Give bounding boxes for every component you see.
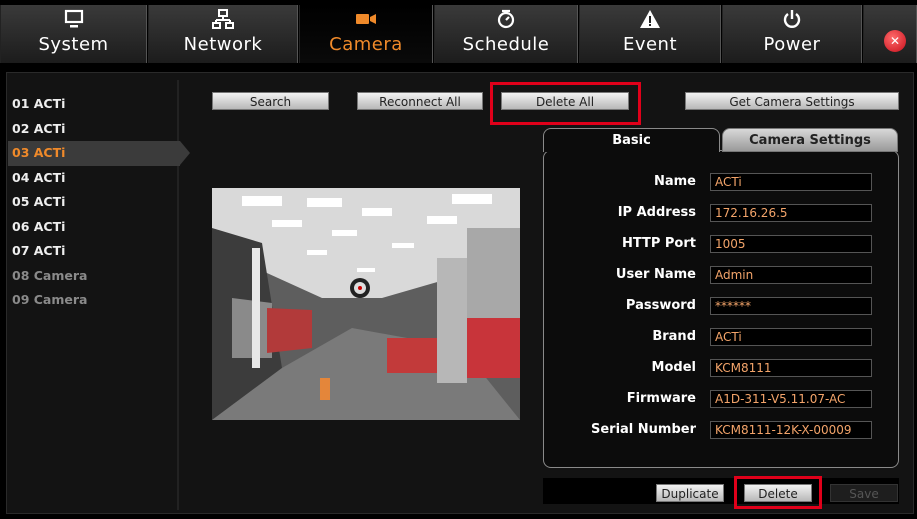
name-row: Name ACTi (560, 173, 872, 191)
serial-number-field: KCM8111-12K-X-00009 (710, 421, 872, 439)
tab-camera-label: Camera (329, 34, 403, 55)
tab-schedule-label: Schedule (462, 34, 550, 55)
model-field: KCM8111 (710, 359, 872, 377)
tab-camera-settings[interactable]: Camera Settings (722, 128, 898, 152)
brand-row: Brand ACTi (560, 328, 872, 346)
http-port-row: HTTP Port 1005 (560, 235, 872, 253)
name-field[interactable]: ACTi (710, 173, 872, 191)
model-row: Model KCM8111 (560, 359, 872, 377)
firmware-label: Firmware (626, 391, 696, 406)
password-row: Password ****** (560, 297, 872, 315)
tab-network[interactable]: Network (148, 5, 298, 63)
camera-list-item[interactable]: 04 ACTi (8, 166, 178, 191)
tab-camera[interactable]: Camera (299, 5, 433, 63)
camera-list-item[interactable]: 09 Camera (8, 288, 178, 313)
main-tab-bar: System Network Camera Schedule Event Pow… (0, 0, 917, 66)
firmware-row: Firmware A1D-311-V5.11.07-AC (560, 390, 872, 408)
clock-icon (435, 8, 577, 34)
camera-list-item[interactable]: 08 Camera (8, 264, 178, 289)
power-icon (723, 8, 861, 34)
network-icon (149, 8, 297, 34)
brand-field: ACTi (710, 328, 872, 346)
camera-list-item[interactable]: 06 ACTi (8, 215, 178, 240)
brand-label: Brand (652, 329, 696, 344)
tab-power[interactable]: Power (722, 5, 862, 63)
save-button[interactable]: Save (830, 484, 898, 502)
camera-list: 01 ACTi 02 ACTi 03 ACTi 04 ACTi 05 ACTi … (8, 92, 190, 313)
close-tab (863, 5, 917, 63)
tab-event-label: Event (622, 34, 678, 55)
tab-network-label: Network (183, 34, 263, 55)
camera-list-item[interactable]: 07 ACTi (8, 239, 178, 264)
tab-power-label: Power (763, 34, 821, 55)
camera-list-item[interactable]: 02 ACTi (8, 117, 178, 142)
user-name-row: User Name Admin (560, 266, 872, 284)
ip-address-field[interactable]: 172.16.26.5 (710, 204, 872, 222)
name-label: Name (653, 174, 696, 189)
tab-system[interactable]: System (0, 5, 147, 63)
tab-system-label: System (38, 34, 109, 55)
warning-icon (580, 8, 720, 34)
close-icon[interactable] (884, 30, 906, 52)
model-label: Model (651, 360, 696, 375)
tab-schedule[interactable]: Schedule (434, 5, 578, 63)
serial-number-row: Serial Number KCM8111-12K-X-00009 (560, 421, 872, 439)
camera-list-item[interactable]: 05 ACTi (8, 190, 178, 215)
camera-icon (300, 8, 432, 34)
serial-number-label: Serial Number (590, 422, 696, 437)
duplicate-button[interactable]: Duplicate (656, 484, 724, 502)
user-name-label: User Name (615, 267, 696, 282)
get-camera-settings-button[interactable]: Get Camera Settings (685, 92, 899, 110)
password-field[interactable]: ****** (710, 297, 872, 315)
monitor-icon (1, 8, 146, 34)
reconnect-all-button[interactable]: Reconnect All (357, 92, 483, 110)
http-port-label: HTTP Port (621, 236, 696, 251)
highlight-box (734, 476, 822, 509)
search-button[interactable]: Search (212, 92, 329, 110)
ip-address-label: IP Address (617, 205, 696, 220)
camera-list-item-selected[interactable]: 03 ACTi (8, 141, 190, 166)
tab-event[interactable]: Event (579, 5, 721, 63)
camera-list-item[interactable]: 01 ACTi (8, 92, 178, 117)
ip-address-row: IP Address 172.16.26.5 (560, 204, 872, 222)
user-name-field[interactable]: Admin (710, 266, 872, 284)
password-label: Password (625, 298, 696, 313)
http-port-field[interactable]: 1005 (710, 235, 872, 253)
firmware-field: A1D-311-V5.11.07-AC (710, 390, 872, 408)
highlight-box (490, 82, 641, 125)
tab-basic[interactable]: Basic (543, 128, 720, 152)
camera-preview-image (212, 188, 520, 420)
